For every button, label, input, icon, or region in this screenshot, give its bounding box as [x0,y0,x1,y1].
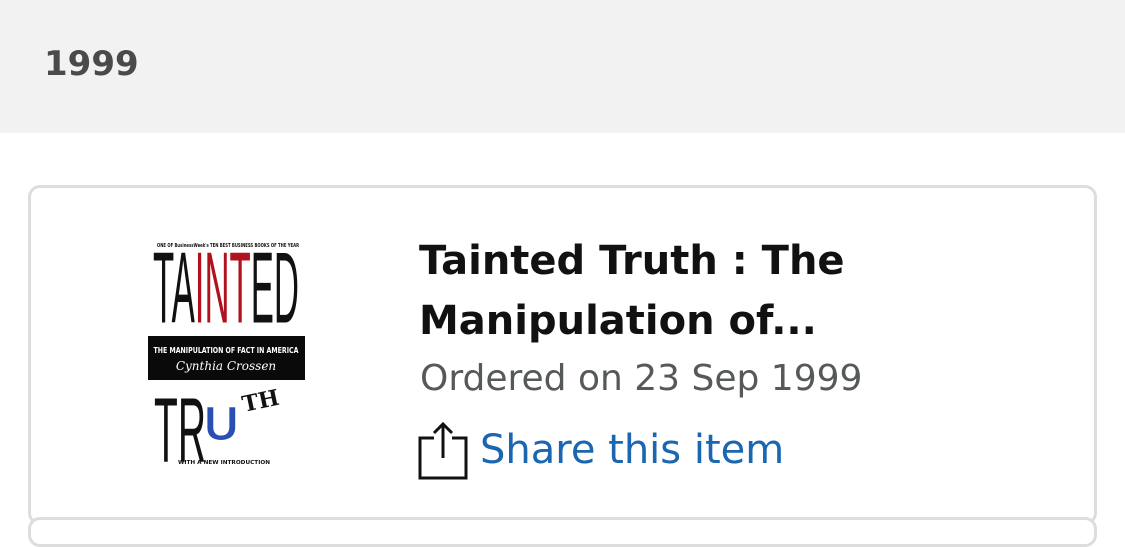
cover-word-u: U [204,398,239,451]
book-cover-image[interactable]: ONE OF BusinessWeek's TEN BEST BUSINESS … [138,236,318,470]
cover-word-int: INT [195,236,251,345]
cover-word-ta: TA [153,236,195,345]
share-item-button[interactable]: Share this item [417,420,784,480]
order-item-title[interactable]: Tainted Truth : The Manipulation of... [419,231,1059,351]
cover-author: Cynthia Crossen [176,359,276,373]
cover-band-line: THE MANIPULATION OF FACT IN AMERICA [154,346,300,355]
share-item-link[interactable]: Share this item [480,422,784,478]
cover-bottom-line: WITH A NEW INTRODUCTION [178,460,270,466]
year-section-header: 1999 [0,0,1125,133]
order-date: Ordered on 23 Sep 1999 [420,358,863,399]
svg-text:TAINTED: TAINTED [153,236,299,345]
next-order-card[interactable] [28,517,1097,547]
share-icon[interactable] [417,420,469,480]
year-label: 1999 [44,44,139,84]
cover-word-ed: ED [251,236,299,345]
cover-word-tr: TR [154,380,206,470]
